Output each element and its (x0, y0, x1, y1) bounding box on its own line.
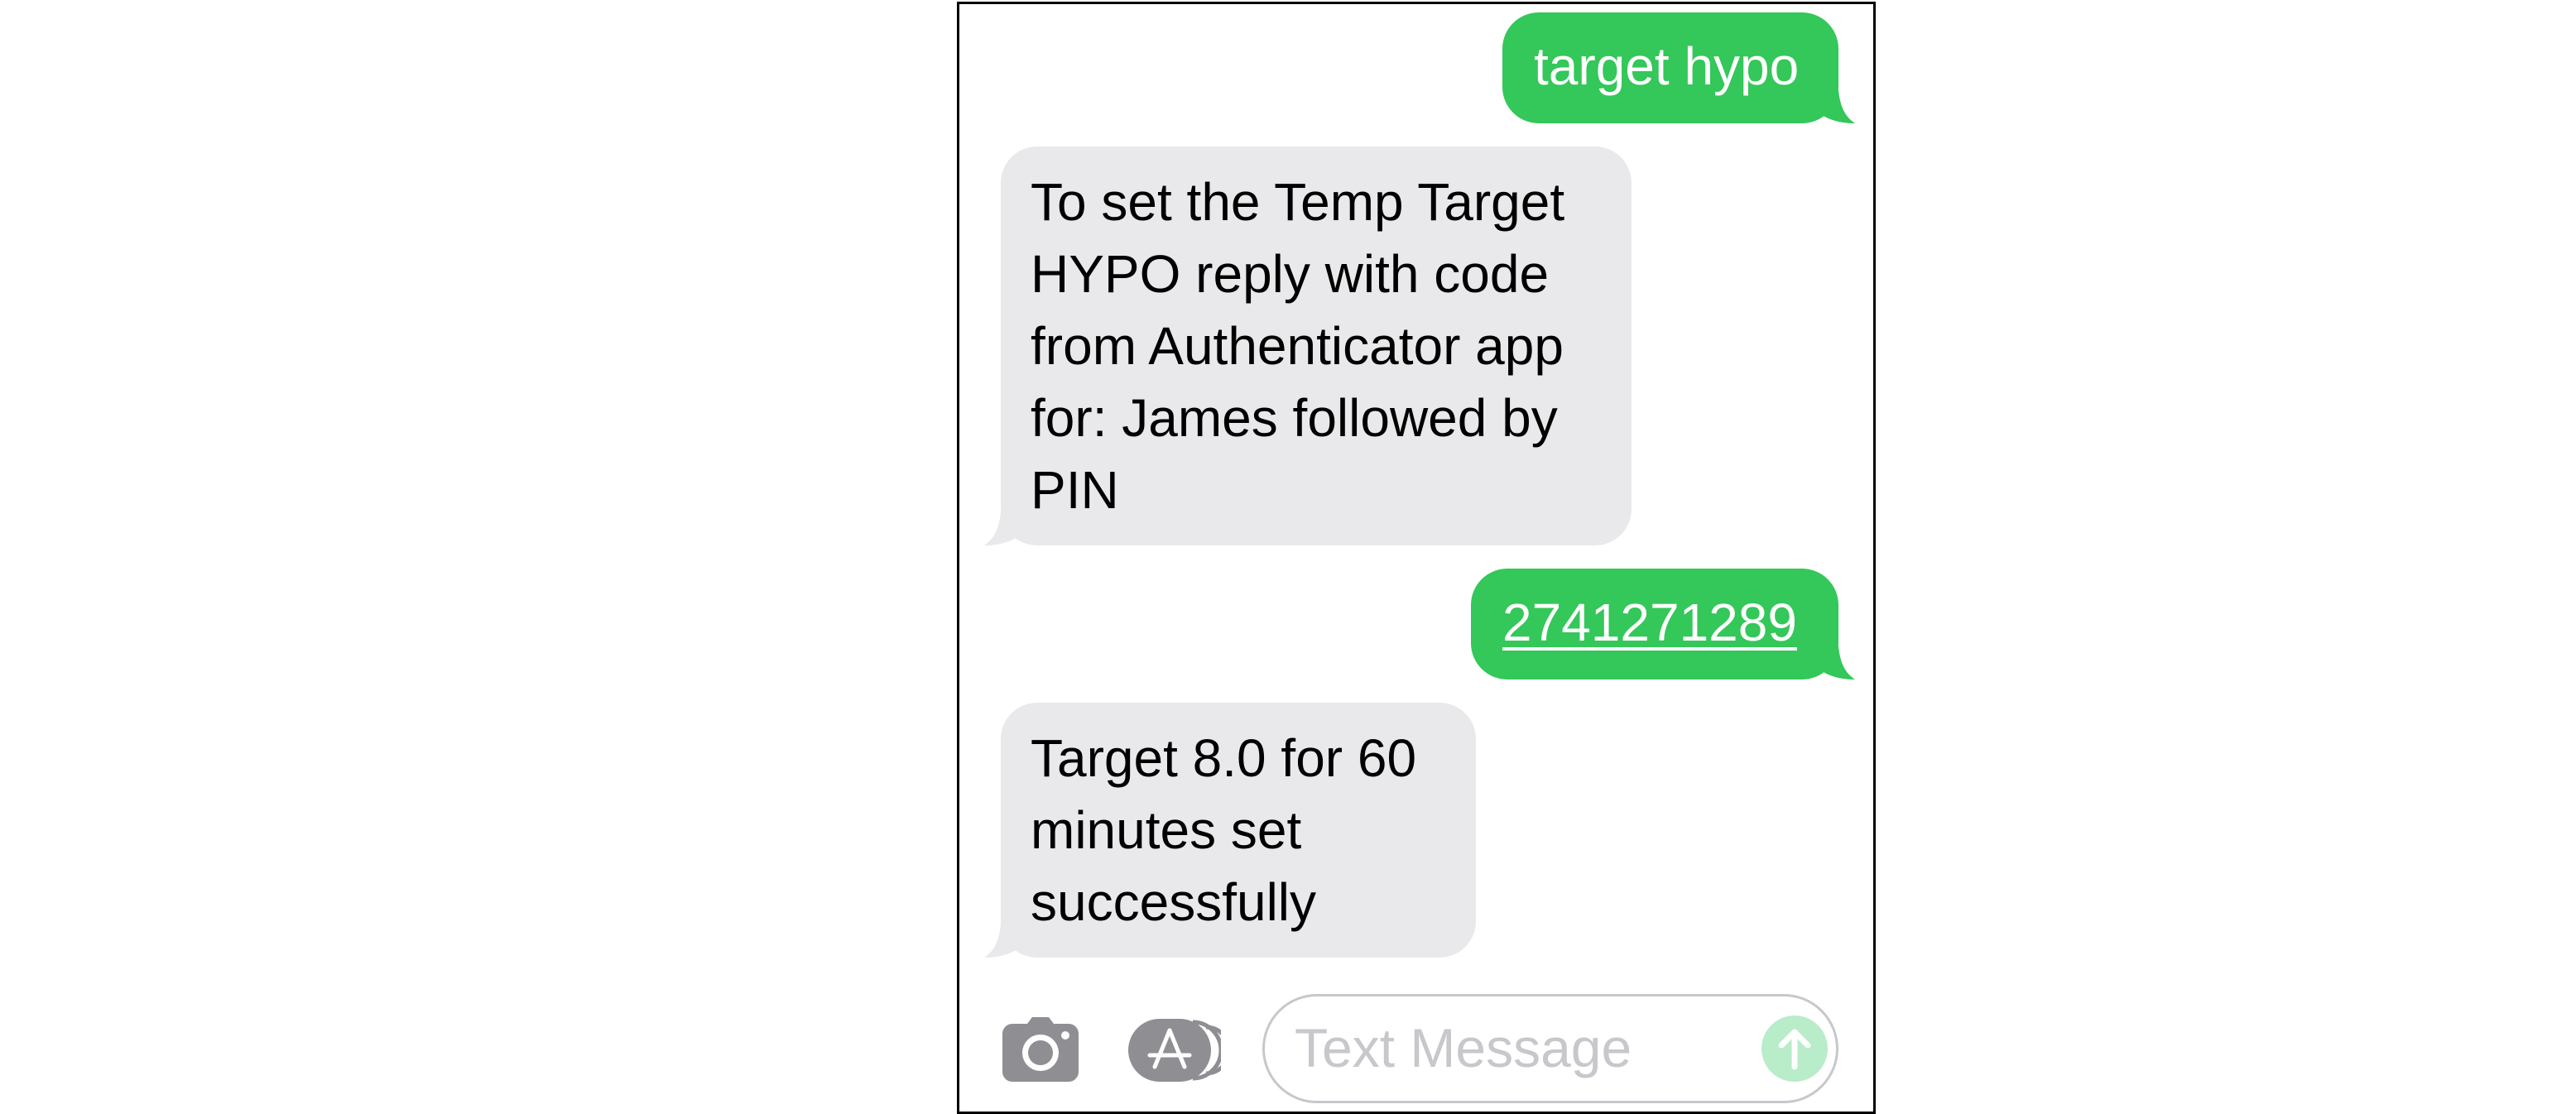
camera-icon[interactable] (1002, 1016, 1079, 1082)
message-line: PIN (1031, 460, 1119, 520)
send-button[interactable] (1761, 1016, 1828, 1082)
messages-screen: target hypo To set the Temp Target HYPO … (957, 2, 1876, 1114)
message-text: target hypo (1534, 36, 1800, 96)
message-line: for: James followed by (1031, 388, 1558, 448)
received-bubble-tail (984, 512, 1017, 545)
arrow-up-icon (1778, 1029, 1811, 1070)
sent-message-bubble[interactable]: 2741271289 (1471, 569, 1838, 679)
sent-bubble-tail (1822, 646, 1855, 679)
message-line: Target 8.0 for 60 (1031, 728, 1417, 788)
message-line: HYPO reply with code (1031, 244, 1550, 304)
text-message-input[interactable]: Text Message (1262, 994, 1838, 1103)
message-line: To set the Temp Target (1031, 172, 1565, 232)
message-line: minutes set (1031, 800, 1302, 860)
sent-bubble-tail (1822, 90, 1855, 123)
sent-message-bubble[interactable]: target hypo (1502, 12, 1838, 123)
input-placeholder: Text Message (1295, 1017, 1632, 1078)
message-line: from Authenticator app (1031, 316, 1564, 376)
phone-number-link[interactable]: 2741271289 (1502, 587, 1797, 659)
app-store-icon[interactable] (1128, 1019, 1221, 1082)
received-message-bubble[interactable]: Target 8.0 for 60 minutes set successful… (1001, 703, 1476, 958)
message-line: successfully (1031, 872, 1316, 932)
received-message-bubble[interactable]: To set the Temp Target HYPO reply with c… (1001, 146, 1632, 545)
received-bubble-tail (984, 924, 1017, 958)
